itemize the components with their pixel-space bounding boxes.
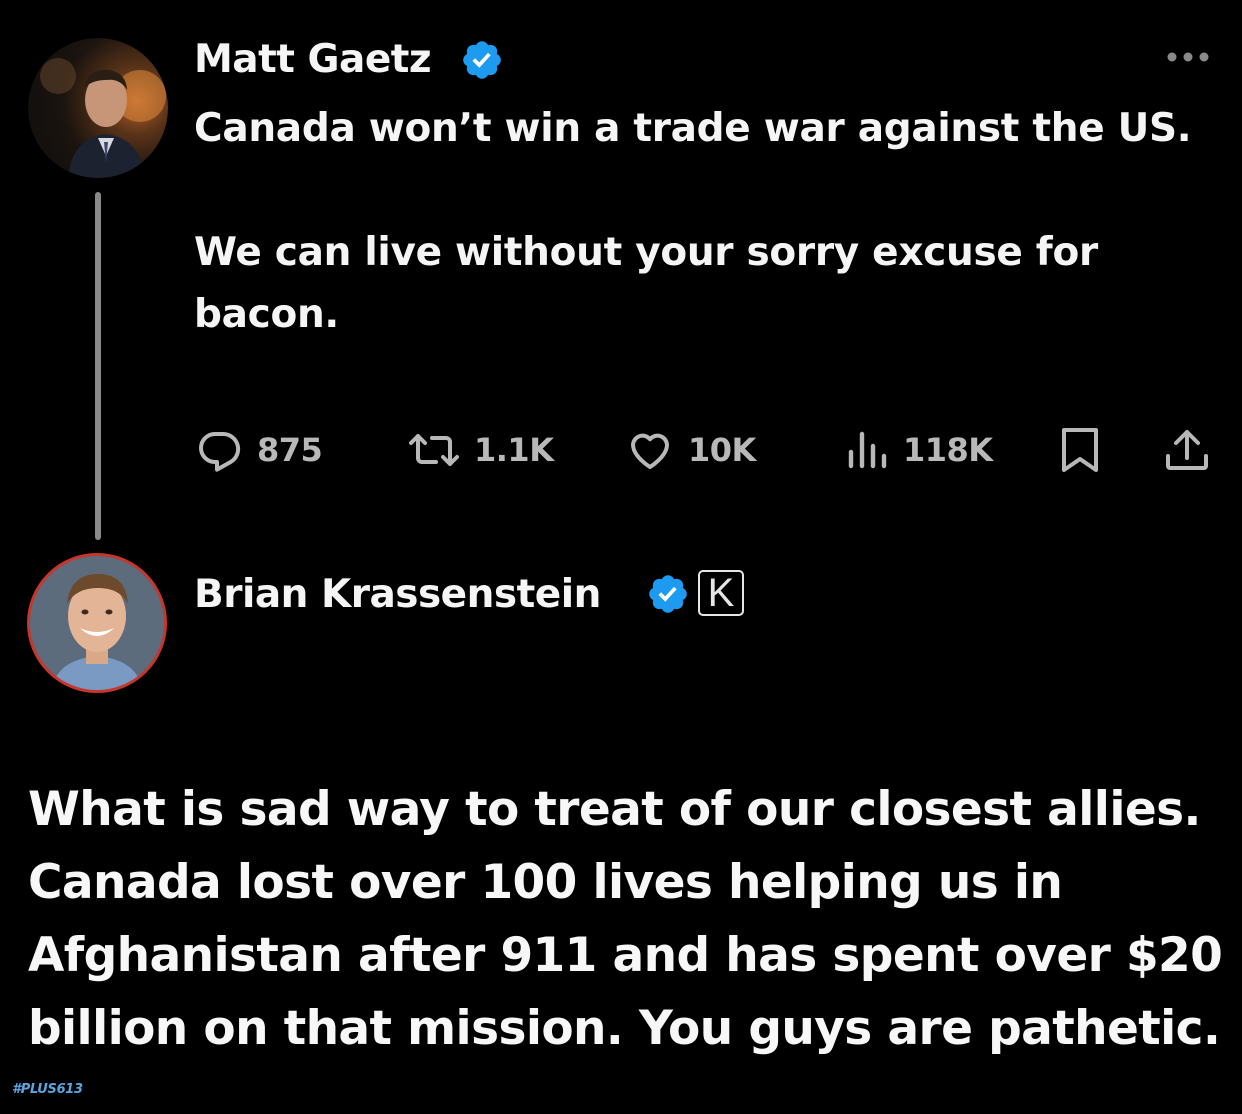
bookmark-button[interactable] xyxy=(1060,426,1100,474)
reply-text: What is sad way to treat of our closest … xyxy=(28,782,1223,1056)
avatar-photo xyxy=(30,556,164,690)
repost-icon xyxy=(409,434,459,466)
reply-author-name[interactable]: Brian Krassenstein xyxy=(194,575,601,614)
tweet-text-line-2: We can live without your sorry excuse fo… xyxy=(194,230,1098,337)
verified-badge-icon xyxy=(463,41,501,79)
views-count: 118K xyxy=(903,431,993,469)
bookmark-icon xyxy=(1062,428,1098,472)
matt-gaetz-avatar[interactable] xyxy=(28,38,168,178)
avatar-photo xyxy=(40,58,166,178)
brian-krassenstein-avatar[interactable] xyxy=(27,553,167,693)
views-icon xyxy=(848,431,887,469)
affiliate-k-badge[interactable]: K xyxy=(698,570,744,616)
views-button[interactable]: 118K xyxy=(845,426,993,474)
watermark: #PLUS613 xyxy=(12,1082,83,1097)
more-options-icon[interactable] xyxy=(1166,50,1210,64)
affiliate-badge-letter: K xyxy=(707,571,735,615)
verified-badge-icon xyxy=(649,575,687,613)
share-button[interactable] xyxy=(1164,426,1210,474)
like-count: 10K xyxy=(688,431,756,469)
reply-count: 875 xyxy=(257,431,323,469)
tweet-text-line-1: Canada won’t win a trade war against the… xyxy=(194,106,1192,151)
repost-count: 1.1K xyxy=(474,431,554,469)
share-icon xyxy=(1166,430,1208,470)
reply-icon xyxy=(199,431,241,472)
repost-button[interactable]: 1.1K xyxy=(408,426,554,474)
tweet-text: Canada won’t win a trade war against the… xyxy=(194,98,1204,346)
like-button[interactable]: 10K xyxy=(626,426,756,474)
reply-button[interactable]: 875 xyxy=(195,426,323,474)
thread-connector-line xyxy=(95,192,101,540)
like-icon xyxy=(631,433,669,469)
author-name[interactable]: Matt Gaetz xyxy=(194,40,432,79)
